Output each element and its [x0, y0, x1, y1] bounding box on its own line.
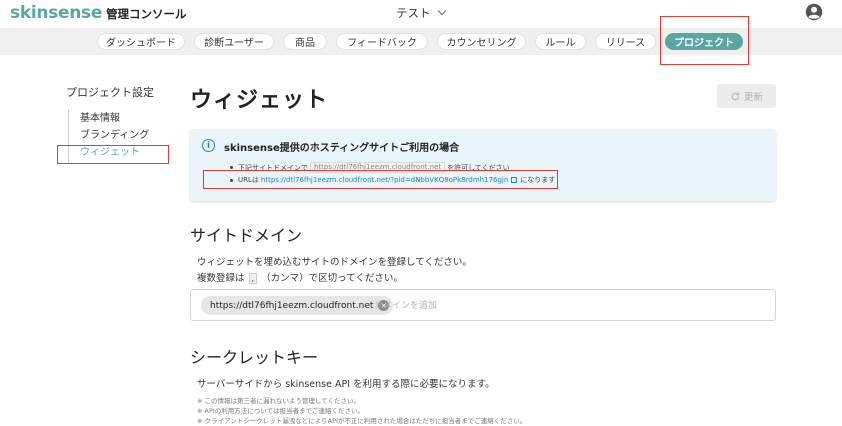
tenant-selector[interactable]: テスト — [396, 5, 446, 21]
brand[interactable]: skinsense 管理コンソール — [10, 3, 187, 23]
nav-tab-releases[interactable]: リリース — [595, 33, 656, 50]
secret-key-note-1: ※ この情報は第三者に漏れないよう管理してください。 — [197, 397, 360, 405]
nav-tab-dashboard[interactable]: ダッシュボード — [97, 33, 185, 50]
domain-chip-label: https://dtl76fhj1eezm.cloudfront.net — [210, 300, 374, 311]
nav-tab-diagnosis-users[interactable]: 診断ユーザー — [194, 33, 274, 50]
secret-key-note-2: ※ APIの利用方法については担当者までご連絡ください。 — [197, 407, 364, 415]
chevron-down-icon — [437, 6, 446, 16]
secret-key-desc: サーバーサイドから skinsense API を利用する際に必要になります。 — [197, 379, 495, 390]
sidebar-item-basic-info[interactable]: 基本情報 — [69, 110, 149, 127]
domain-tag-input[interactable]: https://dtl76fhj1eezm.cloudfront.net × — [190, 289, 776, 321]
site-domain-desc2-prefix: 複数登録は — [197, 273, 245, 284]
domain-chip: https://dtl76fhj1eezm.cloudfront.net × — [201, 296, 394, 315]
nav-tab-products[interactable]: 商品 — [283, 33, 327, 50]
info-icon: i — [202, 139, 215, 152]
site-domain-title: サイトドメイン — [190, 226, 303, 245]
info-heading: skinsense提供のホスティングサイトご利用の場合 — [224, 143, 460, 154]
sidebar-item-branding[interactable]: ブランディング — [69, 127, 149, 144]
brand-logo: skinsense — [10, 3, 103, 23]
nav-tab-counseling[interactable]: カウンセリング — [437, 33, 526, 50]
site-domain-desc2-suffix: （カンマ）で区切ってください。 — [261, 273, 403, 284]
highlight-box-project-tab — [660, 16, 749, 65]
account-icon[interactable] — [805, 3, 823, 21]
nav-tab-rules[interactable]: ルール — [535, 33, 586, 50]
brand-subtitle: 管理コンソール — [106, 7, 187, 21]
highlight-box-widget-menu — [57, 145, 169, 164]
secret-key-title: シークレットキー — [190, 348, 319, 367]
site-domain-desc1: ウィジェットを埋め込むサイトのドメインを登録してください。 — [197, 257, 472, 268]
secret-key-note-3: ※ クライアントシークレット漏洩などによりAPIが不正に利用された場合はただちに… — [197, 417, 527, 425]
sidebar-title: プロジェクト設定 — [66, 86, 154, 99]
refresh-button[interactable]: 更新 — [717, 84, 776, 108]
highlight-box-url — [203, 170, 558, 189]
refresh-button-label: 更新 — [743, 92, 763, 103]
refresh-icon — [731, 91, 740, 100]
site-domain-desc2: 複数登録は , （カンマ）で区切ってください。 — [197, 270, 403, 284]
tenant-name: テスト — [396, 6, 431, 20]
page-title: ウィジェット — [190, 88, 329, 113]
add-domain-input[interactable] — [374, 298, 754, 314]
hosting-info-box: i skinsense提供のホスティングサイトご利用の場合 下記サイトドメインで… — [190, 129, 776, 201]
bullet — [230, 166, 233, 169]
comma-code: , — [248, 273, 258, 284]
nav-tab-feedback[interactable]: フィードバック — [336, 33, 428, 50]
